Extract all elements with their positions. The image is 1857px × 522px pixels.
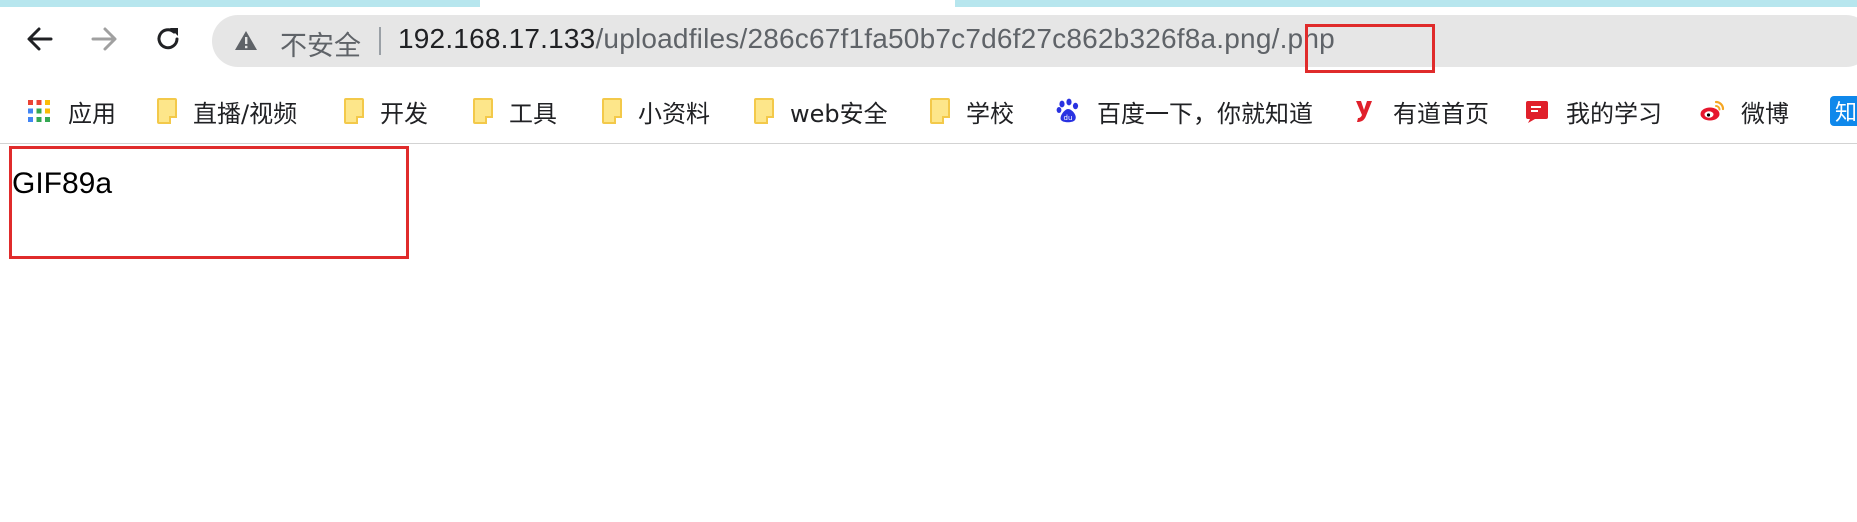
bookmark-folder-dev[interactable]: 开发: [344, 94, 428, 128]
weibo-icon: [1700, 100, 1725, 121]
bookmark-label: 学校: [966, 99, 1014, 128]
bookmark-label: 有道首页: [1393, 99, 1489, 128]
baidu-paw-icon: du: [1056, 98, 1079, 123]
forward-arrow-icon: [91, 27, 117, 51]
bookmark-folder-school[interactable]: 学校: [930, 94, 1014, 128]
bookmark-label: 小资料: [638, 99, 710, 128]
folder-icon: [602, 98, 622, 124]
back-button[interactable]: [22, 21, 58, 57]
bookmarks-bar: 应用 直播/视频 开发 工具 小资料 web安全 学校 du 百度一下，你就知道: [0, 80, 1857, 144]
browser-toolbar: 不安全 192.168.17.133/uploadfiles/286c67f1f…: [0, 7, 1857, 80]
bookmark-folder-web-security[interactable]: web安全: [754, 94, 888, 128]
tab-segment[interactable]: [955, 0, 1857, 7]
folder-icon: [157, 98, 177, 124]
reload-icon: [157, 28, 179, 50]
bookmark-baidu[interactable]: du 百度一下，你就知道: [1055, 94, 1313, 128]
study-book-icon: [1526, 101, 1548, 123]
url-path: /uploadfiles/286c67f1fa50b7c7d6f27c862b3…: [595, 23, 1335, 54]
folder-icon: [344, 98, 364, 124]
reload-button[interactable]: [150, 21, 186, 57]
bookmark-label: 百度一下，你就知道: [1097, 99, 1313, 128]
folder-icon: [473, 98, 493, 124]
bookmark-label: 工具: [509, 99, 557, 128]
bookmark-youdao[interactable]: 有道首页: [1351, 94, 1489, 128]
zhihu-icon-label: 知: [1834, 101, 1857, 126]
folder-icon: [754, 98, 774, 124]
bookmark-apps[interactable]: 应用: [26, 94, 116, 128]
url-highlight-box: [1305, 24, 1435, 73]
bookmark-my-study[interactable]: 我的学习: [1524, 94, 1662, 128]
security-status-label[interactable]: 不安全: [280, 24, 361, 63]
url-host: 192.168.17.133: [398, 23, 596, 54]
svg-text:du: du: [1064, 114, 1073, 122]
url-text[interactable]: 192.168.17.133/uploadfiles/286c67f1fa50b…: [398, 23, 1335, 55]
bookmark-zhihu[interactable]: 知: [1830, 94, 1857, 128]
bookmark-folder-notes[interactable]: 小资料: [602, 94, 710, 128]
tab-segment[interactable]: [0, 0, 480, 7]
bookmark-folder-tools[interactable]: 工具: [473, 94, 557, 128]
apps-grid-icon: [28, 100, 50, 122]
youdao-icon: [1356, 101, 1372, 122]
omnibox-divider: [379, 27, 381, 55]
bookmark-label: 我的学习: [1566, 99, 1662, 128]
bookmark-label: 微博: [1741, 99, 1789, 128]
back-arrow-icon: [27, 27, 53, 51]
zhihu-icon: 知: [1830, 96, 1857, 126]
folder-icon: [930, 98, 950, 124]
bookmark-label: 开发: [380, 99, 428, 128]
bookmark-label: web安全: [790, 99, 888, 128]
content-highlight-box: [9, 146, 409, 259]
warning-icon[interactable]: [234, 29, 258, 53]
bookmark-label: 应用: [68, 99, 116, 128]
tab-strip: [0, 0, 1857, 7]
bookmark-folder-live-video[interactable]: 直播/视频: [157, 94, 297, 128]
forward-button[interactable]: [86, 21, 122, 57]
bookmark-weibo[interactable]: 微博: [1699, 94, 1789, 128]
bookmark-label: 直播/视频: [193, 99, 298, 128]
address-bar[interactable]: 不安全 192.168.17.133/uploadfiles/286c67f1f…: [212, 15, 1857, 67]
